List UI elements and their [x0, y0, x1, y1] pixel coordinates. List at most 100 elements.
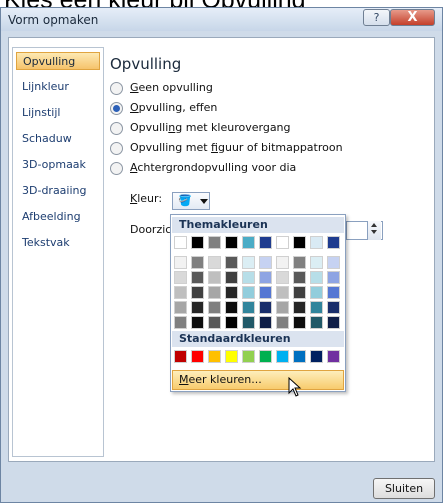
- theme-shade-swatch[interactable]: [293, 271, 306, 284]
- theme-color-swatch[interactable]: [310, 236, 323, 249]
- theme-shade-swatch[interactable]: [327, 301, 340, 314]
- theme-shade-swatch[interactable]: [174, 301, 187, 314]
- theme-shade-swatch[interactable]: [208, 316, 221, 329]
- theme-shade-swatch[interactable]: [242, 286, 255, 299]
- theme-shade-swatch[interactable]: [242, 301, 255, 314]
- theme-shade-swatch[interactable]: [293, 286, 306, 299]
- theme-color-swatch[interactable]: [208, 236, 221, 249]
- theme-shade-swatch[interactable]: [225, 286, 238, 299]
- transparency-spinner[interactable]: [367, 221, 381, 240]
- radio-solid-fill[interactable]: Opvulling, effen: [110, 101, 217, 117]
- radio-no-fill[interactable]: Geen opvulling: [110, 81, 213, 97]
- sidebar-item-afbeelding[interactable]: Afbeelding: [16, 208, 100, 226]
- theme-shade-swatch[interactable]: [208, 271, 221, 284]
- option-label: Opvulling met: [130, 141, 212, 154]
- theme-shade-swatch[interactable]: [174, 256, 187, 269]
- theme-shade-swatch[interactable]: [310, 271, 323, 284]
- theme-shade-swatch[interactable]: [327, 271, 340, 284]
- standard-color-swatch[interactable]: [208, 350, 221, 363]
- theme-shade-swatch[interactable]: [310, 316, 323, 329]
- theme-shade-swatch[interactable]: [276, 316, 289, 329]
- sidebar-item-schaduw[interactable]: Schaduw: [16, 130, 100, 148]
- theme-shade-swatch[interactable]: [293, 316, 306, 329]
- theme-shade-swatch[interactable]: [310, 301, 323, 314]
- standard-color-swatch[interactable]: [174, 350, 187, 363]
- more-colors-button[interactable]: Meer kleuren...: [172, 370, 344, 390]
- theme-shade-swatch[interactable]: [208, 286, 221, 299]
- radio-picture-fill[interactable]: Opvulling met figuur of bitmappatroon: [110, 141, 343, 157]
- theme-shade-swatch[interactable]: [208, 256, 221, 269]
- theme-shade-swatch[interactable]: [327, 316, 340, 329]
- help-button[interactable]: ?: [363, 9, 390, 26]
- sidebar-item-lijnstijl[interactable]: Lijnstijl: [16, 104, 100, 122]
- theme-shade-swatch[interactable]: [225, 301, 238, 314]
- theme-shade-swatch[interactable]: [259, 256, 272, 269]
- theme-shade-swatch[interactable]: [327, 256, 340, 269]
- category-list: Opvulling Lijnkleur Lijnstijl Schaduw 3D…: [12, 47, 104, 457]
- radio-button-checked[interactable]: [110, 101, 123, 115]
- option-label-rest: pvulling, effen: [138, 101, 218, 114]
- theme-color-swatch[interactable]: [242, 236, 255, 249]
- theme-shade-swatch[interactable]: [276, 271, 289, 284]
- theme-color-swatch[interactable]: [259, 236, 272, 249]
- theme-shade-swatch[interactable]: [310, 286, 323, 299]
- close-button[interactable]: Sluiten: [373, 478, 435, 499]
- theme-shade-swatch[interactable]: [259, 271, 272, 284]
- theme-shade-swatch[interactable]: [293, 256, 306, 269]
- theme-shade-swatch[interactable]: [327, 286, 340, 299]
- radio-button[interactable]: [110, 121, 123, 135]
- sidebar-item-3d-opmaak[interactable]: 3D-opmaak: [16, 156, 100, 174]
- standard-color-swatch[interactable]: [259, 350, 272, 363]
- standard-color-swatch[interactable]: [242, 350, 255, 363]
- sidebar-item-3d-draaiing[interactable]: 3D-draaiing: [16, 182, 100, 200]
- theme-shade-swatch[interactable]: [259, 286, 272, 299]
- standard-color-swatch[interactable]: [276, 350, 289, 363]
- radio-button[interactable]: [110, 141, 123, 155]
- theme-color-swatch[interactable]: [276, 236, 289, 249]
- standard-color-swatch[interactable]: [310, 350, 323, 363]
- theme-shade-swatch[interactable]: [276, 286, 289, 299]
- theme-shade-swatch[interactable]: [174, 271, 187, 284]
- theme-shade-swatch[interactable]: [276, 301, 289, 314]
- theme-color-swatch[interactable]: [225, 236, 238, 249]
- standard-color-swatch[interactable]: [191, 350, 204, 363]
- sidebar-item-lijnkleur[interactable]: Lijnkleur: [16, 78, 100, 96]
- theme-shade-swatch[interactable]: [208, 301, 221, 314]
- standard-color-swatch[interactable]: [327, 350, 340, 363]
- theme-shade-swatch[interactable]: [259, 316, 272, 329]
- standard-color-swatch[interactable]: [225, 350, 238, 363]
- radio-button[interactable]: [110, 81, 123, 95]
- theme-shade-swatch[interactable]: [225, 316, 238, 329]
- theme-shade-swatch[interactable]: [293, 301, 306, 314]
- theme-shade-swatch[interactable]: [174, 286, 187, 299]
- theme-shade-swatch[interactable]: [191, 286, 204, 299]
- theme-shade-swatch[interactable]: [276, 256, 289, 269]
- radio-background-fill[interactable]: Achtergrondopvulling voor dia: [110, 161, 296, 177]
- theme-shade-swatch[interactable]: [191, 316, 204, 329]
- theme-color-swatch[interactable]: [293, 236, 306, 249]
- theme-shade-swatch[interactable]: [191, 256, 204, 269]
- theme-shade-swatch[interactable]: [242, 256, 255, 269]
- theme-color-swatch[interactable]: [174, 236, 187, 249]
- spin-down-icon[interactable]: [371, 230, 377, 234]
- theme-shade-swatch[interactable]: [225, 271, 238, 284]
- theme-shade-swatch[interactable]: [242, 316, 255, 329]
- theme-shade-swatch[interactable]: [225, 256, 238, 269]
- sidebar-item-opvulling[interactable]: Opvulling: [16, 52, 100, 70]
- theme-shade-swatch[interactable]: [310, 256, 323, 269]
- theme-shade-swatch[interactable]: [191, 271, 204, 284]
- theme-shade-swatch[interactable]: [191, 301, 204, 314]
- theme-shade-swatch[interactable]: [242, 271, 255, 284]
- theme-shade-swatch[interactable]: [259, 301, 272, 314]
- radio-gradient-fill[interactable]: Opvulling met kleurovergang: [110, 121, 291, 137]
- standard-color-swatch[interactable]: [293, 350, 306, 363]
- radio-button[interactable]: [110, 161, 123, 175]
- sidebar-item-tekstvak[interactable]: Tekstvak: [16, 234, 100, 252]
- theme-shade-swatch[interactable]: [174, 316, 187, 329]
- theme-color-swatch[interactable]: [191, 236, 204, 249]
- spin-up-icon[interactable]: [371, 223, 377, 227]
- standard-colors-header: Standaardkleuren: [172, 331, 344, 347]
- close-icon[interactable]: X: [390, 9, 435, 26]
- theme-color-swatch[interactable]: [327, 236, 340, 249]
- color-picker-button[interactable]: 🪣: [172, 192, 210, 210]
